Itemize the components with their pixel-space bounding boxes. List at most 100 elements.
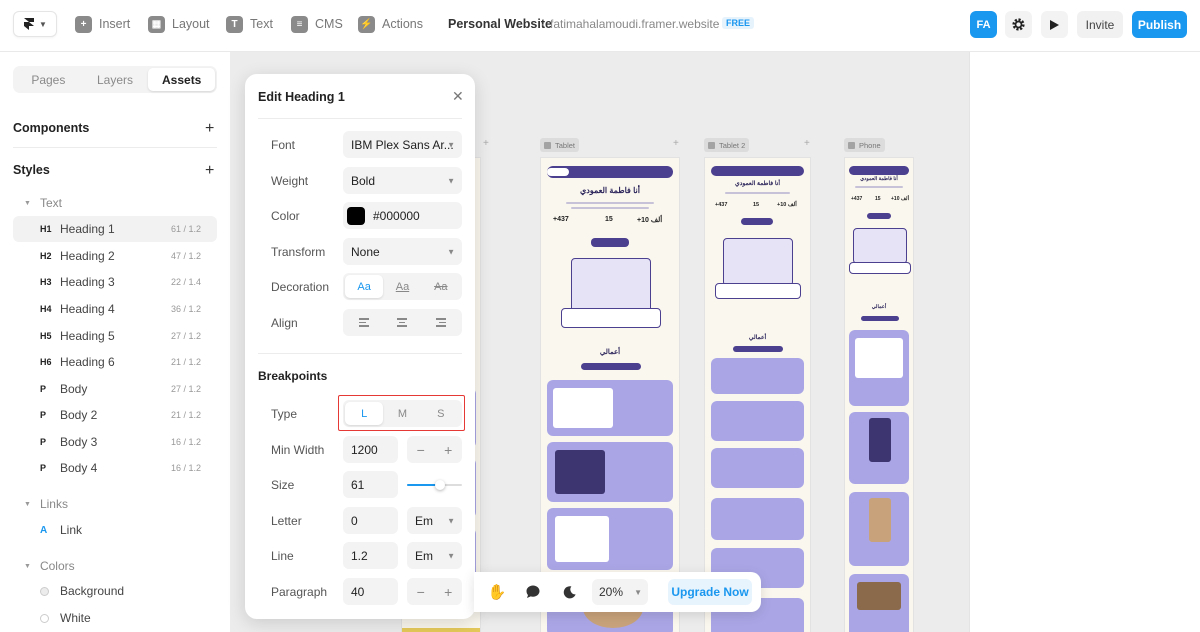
plus-icon[interactable]: + <box>435 436 463 463</box>
link-style[interactable]: A Link <box>13 517 217 543</box>
chevron-down-icon: ▼ <box>447 551 455 560</box>
add-breakpoint-icon[interactable]: + <box>804 138 810 149</box>
decoration-toggle: Aa Aa Aa <box>343 273 462 300</box>
align-right-option[interactable] <box>422 311 460 334</box>
project-card <box>849 412 909 484</box>
framer-menu-button[interactable]: ▼ <box>13 11 57 37</box>
text-style-heading-2[interactable]: H2 Heading 2 47 / 1.2 <box>13 243 217 269</box>
color-swatch[interactable] <box>347 206 365 225</box>
styles-heading[interactable]: Styles <box>13 163 50 177</box>
add-breakpoint-icon[interactable]: + <box>673 138 679 149</box>
text-styles-group[interactable]: ▼ Text <box>24 196 62 210</box>
frame-label-phone[interactable]: Phone <box>844 138 885 152</box>
project-card <box>547 442 673 502</box>
close-icon[interactable]: ✕ <box>452 88 464 105</box>
project-url[interactable]: fatimahalamoudi.framer.website <box>550 17 719 31</box>
colors-group[interactable]: ▼ Colors <box>24 559 75 573</box>
align-left-icon <box>359 318 370 327</box>
stat: +437 <box>715 202 728 208</box>
size-slider[interactable] <box>407 480 462 490</box>
min-width-input[interactable]: 1200 <box>343 436 398 463</box>
text-style-body-2[interactable]: P Body 2 21 / 1.2 <box>13 402 217 428</box>
add-breakpoint-icon[interactable]: + <box>483 138 489 149</box>
dark-mode-icon[interactable] <box>560 583 578 601</box>
gear-icon <box>1012 18 1025 31</box>
frame-label-tablet-2[interactable]: Tablet 2 <box>704 138 750 152</box>
stat: 15 <box>753 202 760 208</box>
text-style-body[interactable]: P Body 27 / 1.2 <box>13 376 217 402</box>
settings-button[interactable] <box>1005 11 1032 38</box>
size-input[interactable]: 61 <box>343 471 398 498</box>
preview-button[interactable] <box>1041 11 1068 38</box>
layout-label: Layout <box>172 17 210 31</box>
size-slider-thumb[interactable] <box>435 480 445 490</box>
layout-button[interactable]: ▦ Layout <box>148 14 210 34</box>
cms-button[interactable]: ≡ CMS <box>291 14 343 34</box>
zoom-select[interactable]: 20% ▼ <box>592 579 648 605</box>
project-name[interactable]: Personal Website <box>448 17 552 31</box>
tab-layers[interactable]: Layers <box>82 68 149 91</box>
title-separator: · <box>541 17 545 31</box>
text-style-heading-4[interactable]: H4 Heading 4 36 / 1.2 <box>13 296 217 322</box>
color-field[interactable]: #000000 <box>343 202 462 229</box>
tablet-frame[interactable]: أنا فاطمة العمودي +437 15 +10 ألف أعمالي <box>540 157 680 632</box>
letter-unit-select[interactable]: Em ▼ <box>407 507 462 534</box>
weight-select[interactable]: Bold ▼ <box>343 167 462 194</box>
style-value: 47 / 1.2 <box>171 251 202 261</box>
add-component-icon[interactable]: + <box>205 121 214 137</box>
align-left-option[interactable] <box>345 311 383 334</box>
phone-frame[interactable]: أنا فاطمة العمودي +437 15 +10 ألف أعمالي <box>844 157 914 632</box>
text-style-heading-6[interactable]: H6 Heading 6 21 / 1.2 <box>13 349 217 375</box>
chevron-down-icon: ▼ <box>447 516 455 525</box>
text-style-body-4[interactable]: P Body 4 16 / 1.2 <box>13 455 217 481</box>
insert-button[interactable]: + Insert <box>75 14 130 34</box>
popover-title: Edit Heading 1 <box>258 90 345 104</box>
upgrade-button[interactable]: Upgrade Now <box>668 579 752 605</box>
minus-icon[interactable]: − <box>407 436 435 463</box>
decoration-none-option[interactable]: Aa <box>345 275 384 298</box>
user-avatar[interactable]: FA <box>970 11 997 38</box>
links-group[interactable]: ▼ Links <box>24 497 68 511</box>
add-style-icon[interactable]: + <box>205 163 214 179</box>
decoration-strike-option[interactable]: Aa <box>422 275 460 298</box>
style-tag: H1 <box>40 224 52 234</box>
text-style-body-3[interactable]: P Body 3 16 / 1.2 <box>13 429 217 455</box>
transform-select[interactable]: None ▼ <box>343 238 462 265</box>
align-center-option[interactable] <box>383 311 421 334</box>
invite-button[interactable]: Invite <box>1077 11 1123 38</box>
colors-group-label: Colors <box>39 559 75 573</box>
plus-icon[interactable]: + <box>435 578 463 605</box>
tab-pages[interactable]: Pages <box>15 68 82 91</box>
text-style-heading-3[interactable]: H3 Heading 3 22 / 1.4 <box>13 269 217 295</box>
text-style-heading-1[interactable]: H1 Heading 1 61 / 1.2 <box>13 216 217 242</box>
color-style-background[interactable]: Background <box>13 578 217 604</box>
comment-icon[interactable] <box>524 583 542 601</box>
actions-button[interactable]: ⚡ Actions <box>358 14 423 34</box>
min-width-label: Min Width <box>271 443 325 457</box>
style-value: 27 / 1.2 <box>171 384 202 394</box>
frame-label-tablet[interactable]: Tablet <box>540 138 580 152</box>
tablet-2-frame[interactable]: أنا فاطمة العمودي +437 15 +10 ألف أعمالي <box>704 157 811 632</box>
decoration-underline-option[interactable]: Aa <box>383 275 421 298</box>
line-unit-select[interactable]: Em ▼ <box>407 542 462 569</box>
color-style-white[interactable]: White <box>13 605 217 631</box>
text-button[interactable]: T Text <box>226 14 273 34</box>
components-heading[interactable]: Components <box>13 121 89 135</box>
paragraph-spacing-input[interactable]: 40 <box>343 578 398 605</box>
font-select[interactable]: IBM Plex Sans Ar... ▼ <box>343 131 462 158</box>
style-name: Heading 6 <box>60 355 115 369</box>
text-style-heading-5[interactable]: H5 Heading 5 27 / 1.2 <box>13 323 217 349</box>
desk-illustration <box>561 308 661 328</box>
works-filter <box>861 316 899 321</box>
letter-spacing-input[interactable]: 0 <box>343 507 398 534</box>
tab-assets[interactable]: Assets <box>148 68 216 91</box>
style-value: 61 / 1.2 <box>171 224 202 234</box>
line-height-input[interactable]: 1.2 <box>343 542 398 569</box>
publish-button[interactable]: Publish <box>1132 11 1187 38</box>
style-name: Body 4 <box>60 461 98 475</box>
text-icon: T <box>226 15 243 33</box>
hero-illustration <box>571 258 651 313</box>
minus-icon[interactable]: − <box>407 578 435 605</box>
site-cta <box>741 218 773 225</box>
hand-tool-icon[interactable]: ✋ <box>488 583 507 601</box>
